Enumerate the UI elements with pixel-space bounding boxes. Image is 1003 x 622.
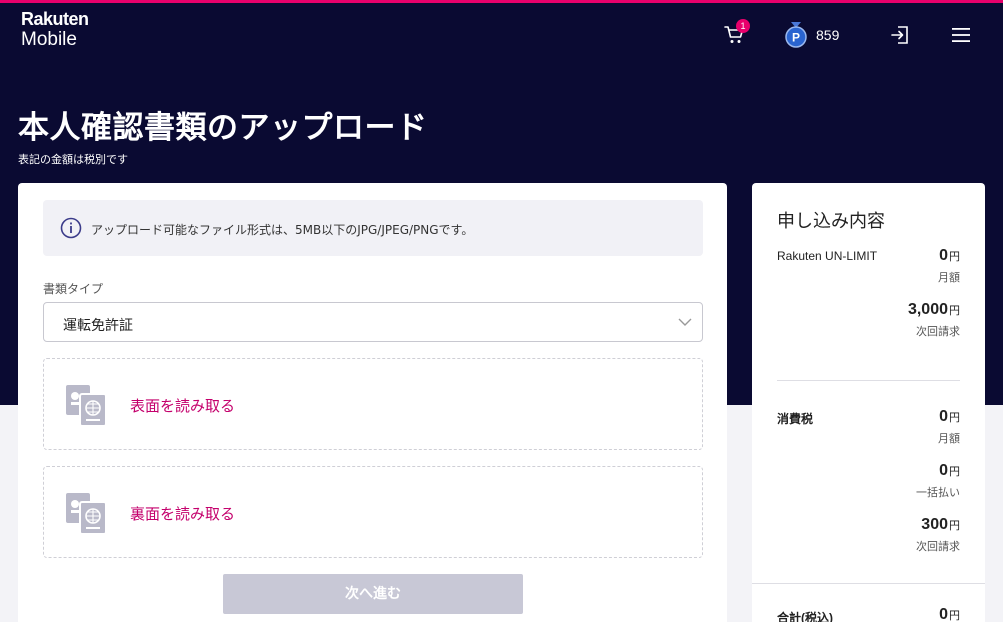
- svg-text:P: P: [792, 31, 800, 45]
- front-side-label: 表面を読み取る: [130, 397, 236, 415]
- order-summary-card: 申し込み内容 Rakuten UN-LIMIT 0円 月額 3,000円 次回請…: [752, 183, 985, 622]
- login-icon[interactable]: [890, 25, 910, 45]
- back-side-upload[interactable]: 裏面を読み取る: [43, 466, 703, 558]
- id-documents-icon: [66, 493, 107, 535]
- points-medal-icon[interactable]: P: [785, 22, 807, 48]
- tax-lump-note: 一括払い: [916, 486, 960, 499]
- tax-lump-amount: 0円: [939, 462, 960, 479]
- chevron-down-icon: [678, 318, 692, 326]
- total-amount: 0円: [939, 606, 960, 622]
- info-notice: アップロード可能なファイル形式は、5MB以下のJPG/JPEG/PNGです。: [43, 200, 703, 256]
- page-title: 本人確認書類のアップロード: [18, 110, 428, 146]
- tax-monthly-amount: 0円: [939, 408, 960, 425]
- back-side-label: 裏面を読み取る: [130, 505, 236, 523]
- logo-line2: Mobile: [21, 29, 77, 50]
- plan-monthly-amount: 0円: [939, 247, 960, 264]
- tax-next-note: 次回請求: [916, 540, 960, 553]
- tax-next-amount: 300円: [921, 516, 960, 533]
- rakuten-mobile-logo[interactable]: Rakuten Mobile: [21, 10, 89, 49]
- document-type-value: 運転免許証: [63, 318, 133, 334]
- plan-next-amount: 3,000円: [907, 301, 960, 318]
- summary-title: 申し込み内容: [777, 211, 885, 232]
- points-balance[interactable]: 859: [816, 27, 839, 43]
- id-documents-icon: [66, 385, 107, 427]
- menu-icon[interactable]: [951, 26, 971, 44]
- front-side-upload[interactable]: 表面を読み取る: [43, 358, 703, 450]
- total-label: 合計(税込): [777, 611, 833, 622]
- plan-next-note: 次回請求: [916, 325, 960, 338]
- summary-divider: [752, 583, 985, 584]
- document-type-label: 書類タイプ: [43, 282, 104, 296]
- document-type-select[interactable]: 運転免許証: [43, 302, 703, 342]
- plan-name: Rakuten UN-LIMIT: [777, 249, 878, 263]
- info-text: アップロード可能なファイル形式は、5MB以下のJPG/JPEG/PNGです。: [91, 223, 474, 237]
- upload-card: アップロード可能なファイル形式は、5MB以下のJPG/JPEG/PNGです。 書…: [18, 183, 727, 622]
- info-icon: [60, 217, 82, 239]
- plan-monthly-note: 月額: [938, 271, 960, 284]
- page-subtitle: 表記の金額は税別です: [18, 153, 128, 166]
- tax-monthly-note: 月額: [938, 432, 960, 445]
- logo-line1: Rakuten: [21, 9, 89, 29]
- cart-count-badge: 1: [736, 19, 750, 33]
- summary-divider: [777, 380, 960, 381]
- next-button[interactable]: 次へ進む: [223, 574, 523, 614]
- tax-label: 消費税: [777, 412, 814, 426]
